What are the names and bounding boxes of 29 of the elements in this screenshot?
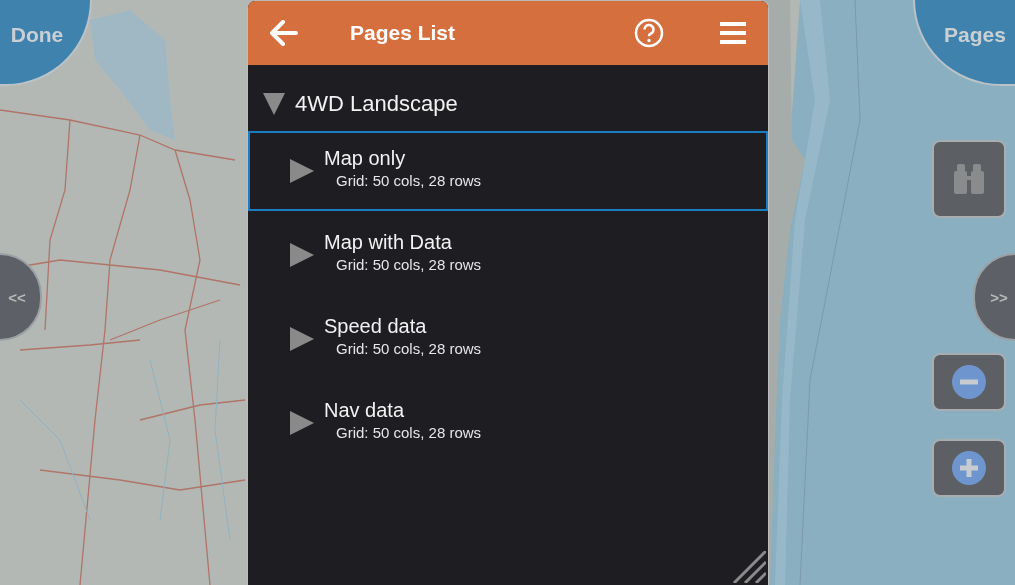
expand-triangle-icon[interactable]	[290, 327, 314, 351]
expand-triangle-icon[interactable]	[263, 93, 285, 115]
item-detail: Grid: 50 cols, 28 rows	[335, 340, 482, 357]
expand-triangle-icon[interactable]	[290, 159, 314, 183]
binoculars-icon	[952, 162, 986, 196]
tree-item[interactable]: Map only Grid: 50 cols, 28 rows	[248, 131, 768, 211]
minus-icon	[952, 365, 986, 399]
zoom-out-button[interactable]	[932, 353, 1006, 411]
item-title: Speed data	[324, 315, 428, 338]
item-title: Map with Data	[324, 231, 453, 254]
item-detail: Grid: 50 cols, 28 rows	[335, 256, 482, 273]
tree-item[interactable]: Nav data Grid: 50 cols, 28 rows	[248, 383, 768, 463]
group-title: 4WD Landscape	[295, 91, 458, 117]
zoom-in-button[interactable]	[932, 439, 1006, 497]
item-detail: Grid: 50 cols, 28 rows	[335, 172, 482, 189]
tree-item[interactable]: Speed data Grid: 50 cols, 28 rows	[248, 299, 768, 379]
item-detail: Grid: 50 cols, 28 rows	[335, 424, 482, 441]
binoculars-button[interactable]	[932, 140, 1006, 218]
menu-icon[interactable]	[720, 22, 746, 44]
dialog-title: Pages List	[350, 21, 457, 45]
help-icon[interactable]	[634, 18, 664, 48]
back-arrow-icon[interactable]	[270, 20, 298, 46]
plus-icon	[952, 451, 986, 485]
tree-item[interactable]: Map with Data Grid: 50 cols, 28 rows	[248, 215, 768, 295]
expand-triangle-icon[interactable]	[290, 411, 314, 435]
item-title: Map only	[324, 147, 407, 170]
resize-grip-icon[interactable]	[732, 551, 766, 583]
expand-triangle-icon[interactable]	[290, 243, 314, 267]
item-title: Nav data	[324, 399, 406, 422]
